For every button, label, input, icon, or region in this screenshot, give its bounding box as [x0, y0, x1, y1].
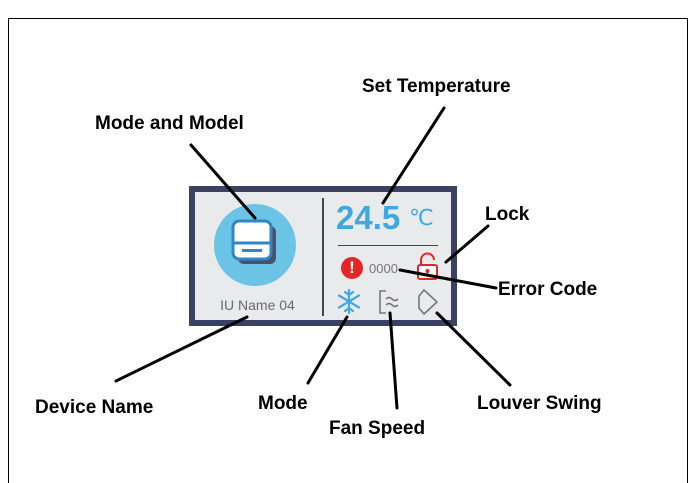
error-code-value: 0000 — [369, 261, 398, 276]
device-name: IU Name 04 — [220, 297, 295, 313]
leader-mode-and-model — [189, 143, 257, 220]
leader-set-temperature — [381, 106, 446, 205]
error-icon: ! — [341, 257, 363, 279]
label-set-temperature: Set Temperature — [362, 76, 511, 97]
vertical-divider — [322, 198, 324, 316]
label-mode-and-model: Mode and Model — [95, 113, 244, 134]
horizontal-divider — [338, 245, 438, 246]
label-error-code: Error Code — [498, 279, 598, 300]
louver-swing-icon — [418, 289, 438, 315]
label-fan-speed: Fan Speed — [329, 418, 426, 439]
indoor-unit-icon — [231, 219, 276, 264]
fan-speed-icon — [379, 290, 399, 314]
leader-louver-swing — [435, 311, 512, 387]
snowflake-icon — [337, 288, 361, 315]
leader-error-code — [398, 268, 498, 290]
label-louver-swing: Louver Swing — [477, 393, 602, 414]
leader-mode — [306, 315, 349, 385]
label-lock: Lock — [485, 204, 530, 225]
label-mode: Mode — [258, 393, 308, 414]
leader-device-name — [114, 315, 249, 383]
label-device-name: Device Name — [35, 397, 154, 418]
leader-fan-speed — [388, 311, 399, 410]
temperature-unit: ℃ — [409, 206, 434, 231]
leader-lock — [444, 224, 490, 264]
set-temperature-value[interactable]: 24.5 — [336, 198, 400, 238]
